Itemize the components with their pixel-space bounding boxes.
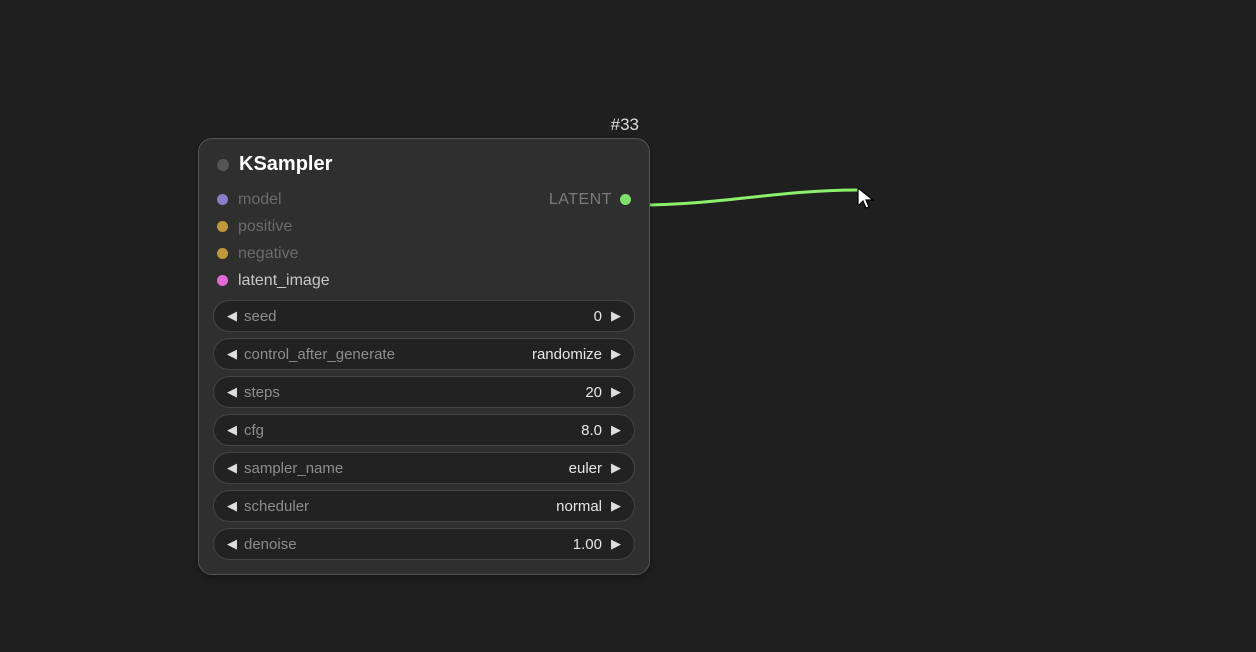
widget-label: sampler_name [244, 460, 343, 477]
chevron-right-icon[interactable]: ▶ [608, 498, 624, 514]
chevron-left-icon[interactable]: ◀ [224, 536, 240, 552]
chevron-right-icon[interactable]: ▶ [608, 384, 624, 400]
node-id-badge: #33 [611, 115, 639, 135]
widget-label: scheduler [244, 498, 309, 515]
widget-cfg[interactable]: ◀ cfg 8.0 ▶ [213, 414, 635, 446]
widget-sampler-name[interactable]: ◀ sampler_name euler ▶ [213, 452, 635, 484]
output-label: LATENT [549, 191, 612, 209]
widget-value[interactable]: 0 [594, 308, 602, 325]
node-title: KSampler [239, 153, 332, 176]
node-graph-canvas[interactable]: #33 KSampler model LATENT positive [0, 0, 1256, 652]
chevron-left-icon[interactable]: ◀ [224, 460, 240, 476]
chevron-right-icon[interactable]: ▶ [608, 308, 624, 324]
node-header[interactable]: KSampler [199, 139, 649, 186]
widget-value[interactable]: 20 [585, 384, 602, 401]
chevron-left-icon[interactable]: ◀ [224, 498, 240, 514]
widget-value[interactable]: 1.00 [573, 536, 602, 553]
widget-label: cfg [244, 422, 264, 439]
chevron-right-icon[interactable]: ▶ [608, 536, 624, 552]
chevron-left-icon[interactable]: ◀ [224, 308, 240, 324]
cursor-icon [856, 186, 878, 210]
output-port-latent[interactable] [620, 194, 631, 205]
widget-label: control_after_generate [244, 346, 395, 363]
widget-value[interactable]: euler [569, 460, 602, 477]
widget-denoise[interactable]: ◀ denoise 1.00 ▶ [213, 528, 635, 560]
widget-list: ◀ seed 0 ▶ ◀ control_after_generate rand… [199, 294, 649, 560]
widget-scheduler[interactable]: ◀ scheduler normal ▶ [213, 490, 635, 522]
input-port-latent-image[interactable] [217, 275, 228, 286]
widget-value[interactable]: normal [556, 498, 602, 515]
input-port-negative[interactable] [217, 248, 228, 259]
chevron-right-icon[interactable]: ▶ [608, 460, 624, 476]
input-label: latent_image [238, 272, 330, 290]
widget-label: denoise [244, 536, 297, 553]
input-port-positive[interactable] [217, 221, 228, 232]
collapse-dot-icon[interactable] [217, 159, 229, 171]
widget-value[interactable]: 8.0 [581, 422, 602, 439]
chevron-left-icon[interactable]: ◀ [224, 422, 240, 438]
chevron-left-icon[interactable]: ◀ [224, 346, 240, 362]
widget-label: seed [244, 308, 277, 325]
chevron-right-icon[interactable]: ▶ [608, 422, 624, 438]
widget-steps[interactable]: ◀ steps 20 ▶ [213, 376, 635, 408]
chevron-right-icon[interactable]: ▶ [608, 346, 624, 362]
widget-seed[interactable]: ◀ seed 0 ▶ [213, 300, 635, 332]
node-ksampler[interactable]: #33 KSampler model LATENT positive [198, 138, 650, 575]
widget-control-after-generate[interactable]: ◀ control_after_generate randomize ▶ [213, 338, 635, 370]
chevron-left-icon[interactable]: ◀ [224, 384, 240, 400]
widget-label: steps [244, 384, 280, 401]
input-label: positive [238, 218, 292, 236]
input-label: model [238, 191, 282, 209]
input-label: negative [238, 245, 299, 263]
input-port-model[interactable] [217, 194, 228, 205]
widget-value[interactable]: randomize [532, 346, 602, 363]
